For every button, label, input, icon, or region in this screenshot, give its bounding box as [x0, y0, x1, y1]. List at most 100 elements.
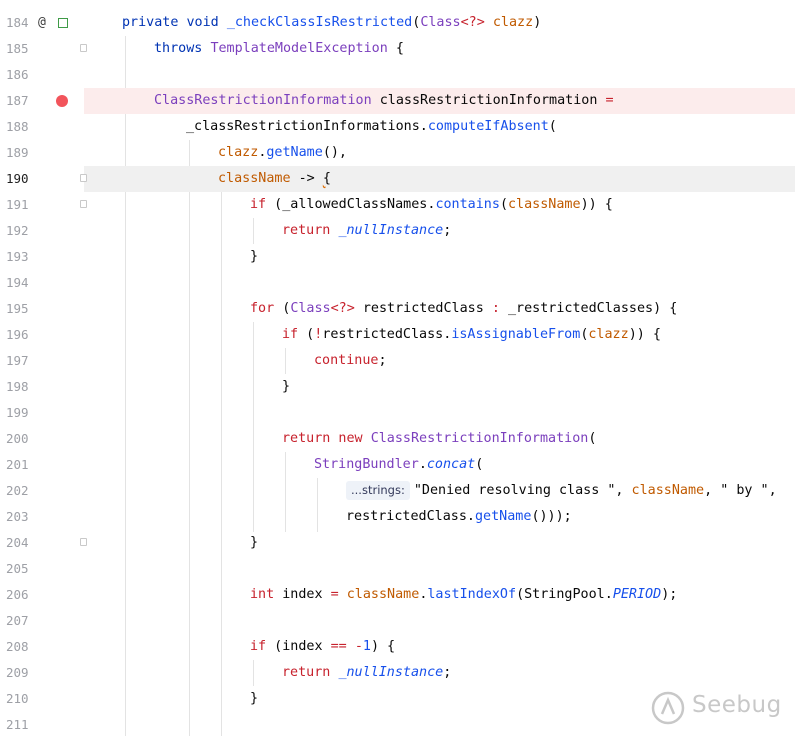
line-number: 188: [6, 119, 29, 134]
parameter-name-hint: ...strings:: [346, 481, 410, 500]
fold-marker-icon[interactable]: [80, 538, 87, 546]
code-line[interactable]: 189 clazz.getName(),: [0, 140, 795, 166]
code-line[interactable]: 192 return _nullInstance;: [0, 218, 795, 244]
fold-marker-icon[interactable]: [80, 44, 87, 52]
gutter[interactable]: 208: [0, 634, 84, 660]
code-text[interactable]: return _nullInstance;: [282, 218, 451, 244]
gutter[interactable]: 191: [0, 192, 87, 218]
code-text[interactable]: }: [250, 530, 258, 556]
code-text[interactable]: if (index == -1) {: [250, 634, 395, 660]
line-number: 211: [6, 717, 29, 732]
code-line[interactable]: 204 }: [0, 530, 795, 556]
code-text[interactable]: }: [250, 686, 258, 712]
code-text[interactable]: throws TemplateModelException {: [154, 36, 404, 62]
code-text[interactable]: ...strings: "Denied resolving class ", cl…: [346, 478, 777, 504]
line-number: 184: [6, 15, 29, 30]
line-number: 208: [6, 639, 29, 654]
code-text[interactable]: StringBundler.concat(: [314, 452, 483, 478]
code-text[interactable]: restrictedClass.getName()));: [346, 504, 572, 530]
code-text[interactable]: }: [282, 374, 290, 400]
code-text[interactable]: return _nullInstance;: [282, 660, 451, 686]
gutter[interactable]: 206: [0, 582, 84, 608]
code-line[interactable]: 200 return new ClassRestrictionInformati…: [0, 426, 795, 452]
code-text[interactable]: private void _checkClassIsRestricted(Cla…: [122, 10, 541, 36]
code-line[interactable]: 193 }: [0, 244, 795, 270]
gutter[interactable]: 192: [0, 218, 84, 244]
gutter[interactable]: 193: [0, 244, 84, 270]
code-line[interactable]: 206 int index = className.lastIndexOf(St…: [0, 582, 795, 608]
fold-marker-icon[interactable]: [80, 174, 87, 182]
code-text[interactable]: return new ClassRestrictionInformation(: [282, 426, 596, 452]
code-line[interactable]: 197 continue;: [0, 348, 795, 374]
gutter[interactable]: 190: [0, 166, 87, 192]
line-number: 209: [6, 665, 29, 680]
code-line[interactable]: 188 _classRestrictionInformations.comput…: [0, 114, 795, 140]
gutter[interactable]: 184 @: [0, 10, 84, 36]
line-number: 186: [6, 67, 29, 82]
code-line[interactable]: 208 if (index == -1) {: [0, 634, 795, 660]
line-number: 187: [6, 93, 29, 108]
code-line[interactable]: 185 throws TemplateModelException {: [0, 36, 795, 62]
gutter[interactable]: 203: [0, 504, 84, 530]
code-line[interactable]: 194: [0, 270, 795, 296]
code-line[interactable]: 199: [0, 400, 795, 426]
code-line[interactable]: 186: [0, 62, 795, 88]
gutter[interactable]: 201: [0, 452, 84, 478]
code-text[interactable]: continue;: [314, 348, 387, 374]
gutter[interactable]: 186: [0, 62, 84, 88]
code-line[interactable]: 203 restrictedClass.getName()));: [0, 504, 795, 530]
line-number: 196: [6, 327, 29, 342]
gutter[interactable]: 202: [0, 478, 84, 504]
code-line[interactable]: 195 for (Class<?> restrictedClass : _res…: [0, 296, 795, 322]
code-line[interactable]: 209 return _nullInstance;: [0, 660, 795, 686]
code-text[interactable]: }: [250, 244, 258, 270]
code-text[interactable]: _classRestrictionInformations.computeIfA…: [186, 114, 557, 140]
gutter[interactable]: 189: [0, 140, 84, 166]
line-number: 202: [6, 483, 29, 498]
code-line[interactable]: 207: [0, 608, 795, 634]
gutter[interactable]: 210: [0, 686, 84, 712]
code-text[interactable]: ClassRestrictionInformation classRestric…: [154, 88, 614, 114]
line-number: 185: [6, 41, 29, 56]
code-line[interactable]: 205: [0, 556, 795, 582]
code-text[interactable]: int index = className.lastIndexOf(String…: [250, 582, 677, 608]
line-number: 199: [6, 405, 29, 420]
code-line[interactable]: 201 StringBundler.concat(: [0, 452, 795, 478]
fold-marker-icon[interactable]: [80, 200, 87, 208]
code-editor[interactable]: 184 @ private void _checkClassIsRestrict…: [0, 0, 795, 736]
breakpoint-icon[interactable]: [56, 95, 68, 107]
code-text[interactable]: for (Class<?> restrictedClass : _restric…: [250, 296, 677, 322]
code-line-breakpoint[interactable]: 187 ClassRestrictionInformation classRes…: [0, 88, 795, 114]
line-number: 200: [6, 431, 29, 446]
gutter[interactable]: 198: [0, 374, 84, 400]
code-line[interactable]: 191 if (_allowedClassNames.contains(clas…: [0, 192, 795, 218]
code-text[interactable]: if (_allowedClassNames.contains(classNam…: [250, 192, 613, 218]
line-number: 198: [6, 379, 29, 394]
gutter[interactable]: 194: [0, 270, 84, 296]
code-text[interactable]: clazz.getName(),: [218, 140, 347, 166]
code-text[interactable]: if (!restrictedClass.isAssignableFrom(cl…: [282, 322, 661, 348]
gutter[interactable]: 211: [0, 712, 84, 738]
gutter[interactable]: 207: [0, 608, 84, 634]
override-icon[interactable]: @: [38, 10, 46, 36]
code-text[interactable]: className -> {: [218, 166, 331, 192]
gutter[interactable]: 199: [0, 400, 84, 426]
code-line[interactable]: 198 }: [0, 374, 795, 400]
line-number: 193: [6, 249, 29, 264]
code-line[interactable]: 196 if (!restrictedClass.isAssignableFro…: [0, 322, 795, 348]
code-line[interactable]: 184 @ private void _checkClassIsRestrict…: [0, 10, 795, 36]
implemented-icon[interactable]: [58, 18, 68, 28]
gutter[interactable]: 187: [0, 88, 84, 114]
line-number: 190: [6, 171, 29, 186]
gutter[interactable]: 196: [0, 322, 84, 348]
gutter[interactable]: 188: [0, 114, 84, 140]
gutter[interactable]: 200: [0, 426, 84, 452]
gutter[interactable]: 209: [0, 660, 84, 686]
code-line[interactable]: 202 ...strings: "Denied resolving class "…: [0, 478, 795, 504]
code-line-current[interactable]: 190 className -> {: [0, 166, 795, 192]
gutter[interactable]: 195: [0, 296, 84, 322]
gutter[interactable]: 197: [0, 348, 84, 374]
gutter[interactable]: 185: [0, 36, 87, 62]
gutter[interactable]: 204: [0, 530, 87, 556]
gutter[interactable]: 205: [0, 556, 84, 582]
